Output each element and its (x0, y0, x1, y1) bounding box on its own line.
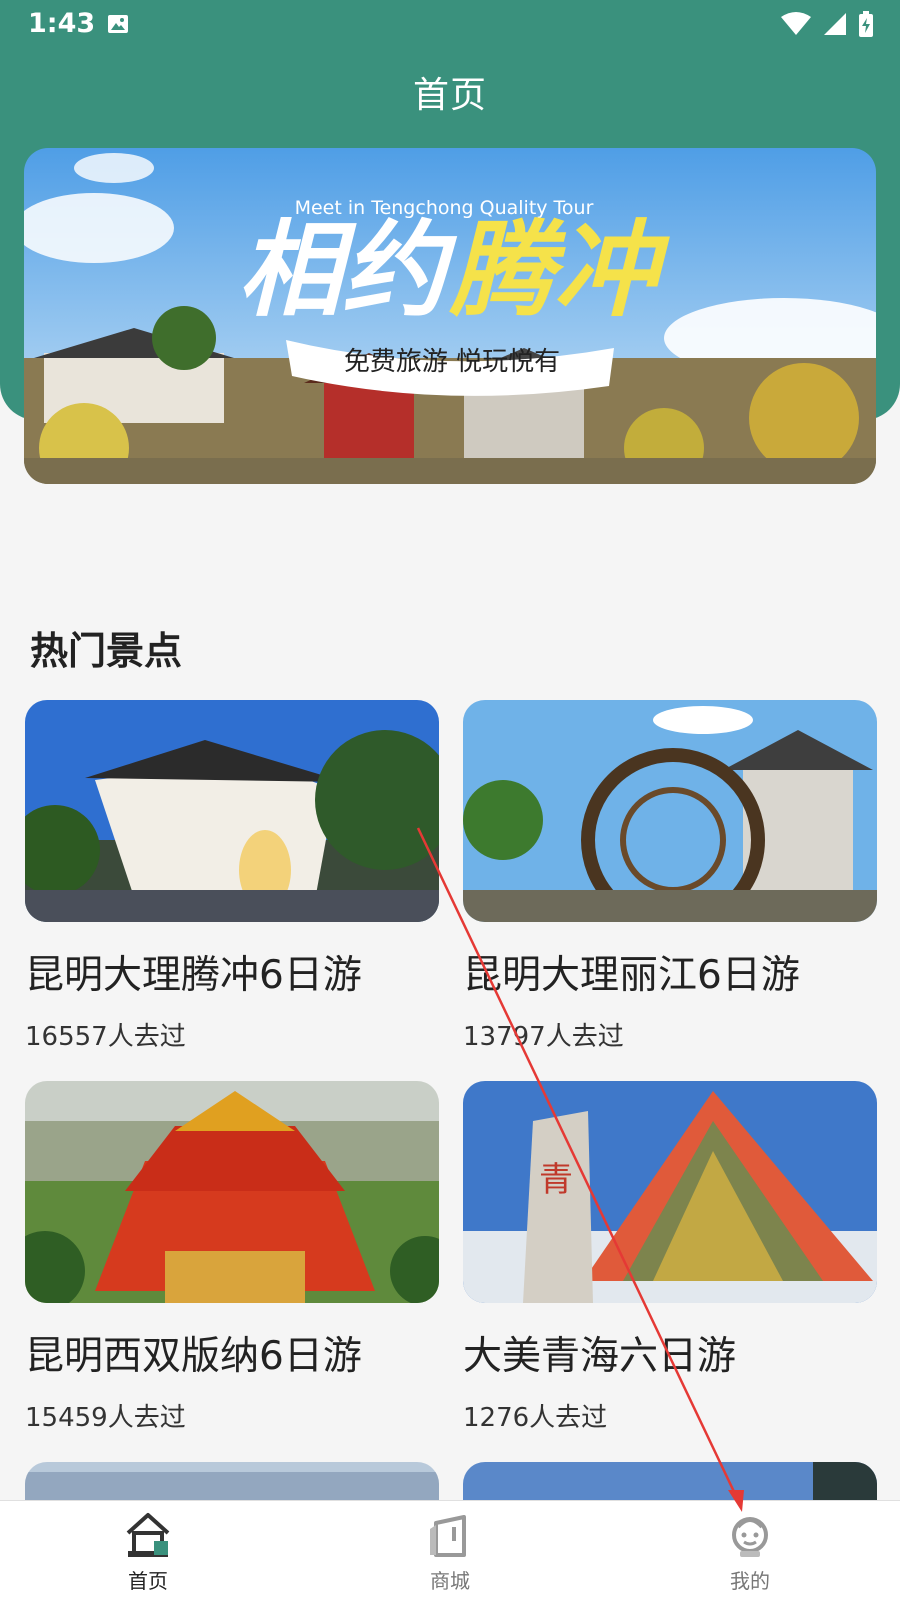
banner-headline-yellow: 腾冲 (449, 208, 670, 331)
visitor-count: 1276人去过 (463, 1403, 608, 1433)
promo-banner[interactable]: Meet in Tengchong Quality Tour 相约 腾冲 免费旅… (24, 148, 876, 484)
banner-ribbon-text: 免费旅游 悦玩悦有 (344, 347, 560, 377)
mall-icon (430, 1515, 466, 1557)
page-title: 首页 (412, 75, 487, 116)
attraction-title: 昆明西双版纳6日游 (25, 1334, 362, 1379)
bottom-tab-bar: 首页 商城 我的 (0, 1500, 900, 1601)
wifi-icon (781, 12, 811, 35)
visitor-count: 13797人去过 (463, 1022, 624, 1052)
section-title-popular-spots: 热门景点 (30, 629, 183, 673)
visitor-count: 16557人去过 (25, 1022, 186, 1052)
banner-image: Meet in Tengchong Quality Tour 相约 腾冲 免费旅… (24, 148, 876, 484)
attraction-title: 昆明大理丽江6日游 (463, 953, 800, 998)
banner-headline-white: 相约 (238, 208, 458, 331)
tab-mall-label: 商城 (430, 1569, 470, 1593)
tab-home[interactable]: 首页 (88, 1501, 208, 1601)
attraction-photo (25, 700, 439, 922)
visitor-count: 15459人去过 (25, 1403, 186, 1433)
image-notification-icon (108, 15, 128, 33)
svg-text:青: 青 (539, 1160, 573, 1200)
attraction-photo (463, 700, 877, 922)
attraction-photo (25, 1081, 439, 1303)
tab-profile[interactable]: 我的 (690, 1501, 810, 1601)
tab-home-label: 首页 (128, 1569, 168, 1593)
tab-profile-label: 我的 (730, 1569, 770, 1593)
status-icons (780, 10, 874, 38)
home-icon (126, 1513, 170, 1557)
tab-mall[interactable]: 商城 (390, 1501, 510, 1601)
signal-icon (824, 13, 846, 35)
attraction-title: 大美青海六日游 (463, 1334, 737, 1379)
profile-icon (732, 1517, 768, 1557)
attraction-title: 昆明大理腾冲6日游 (25, 953, 362, 998)
attraction-card[interactable]: 昆明大理腾冲6日游 16557人去过 (25, 700, 439, 1053)
attraction-card[interactable]: 青 大美青海六日游 1276人去过 (463, 1081, 877, 1434)
attraction-card[interactable]: 昆明大理丽江6日游 13797人去过 (463, 700, 877, 1053)
battery-icon (859, 11, 873, 37)
attraction-photo: 青 (463, 1081, 877, 1303)
status-time: 1:43 (28, 8, 96, 39)
attraction-card[interactable]: 昆明西双版纳6日游 15459人去过 (25, 1081, 439, 1434)
status-bar: 1:43 (0, 0, 900, 50)
